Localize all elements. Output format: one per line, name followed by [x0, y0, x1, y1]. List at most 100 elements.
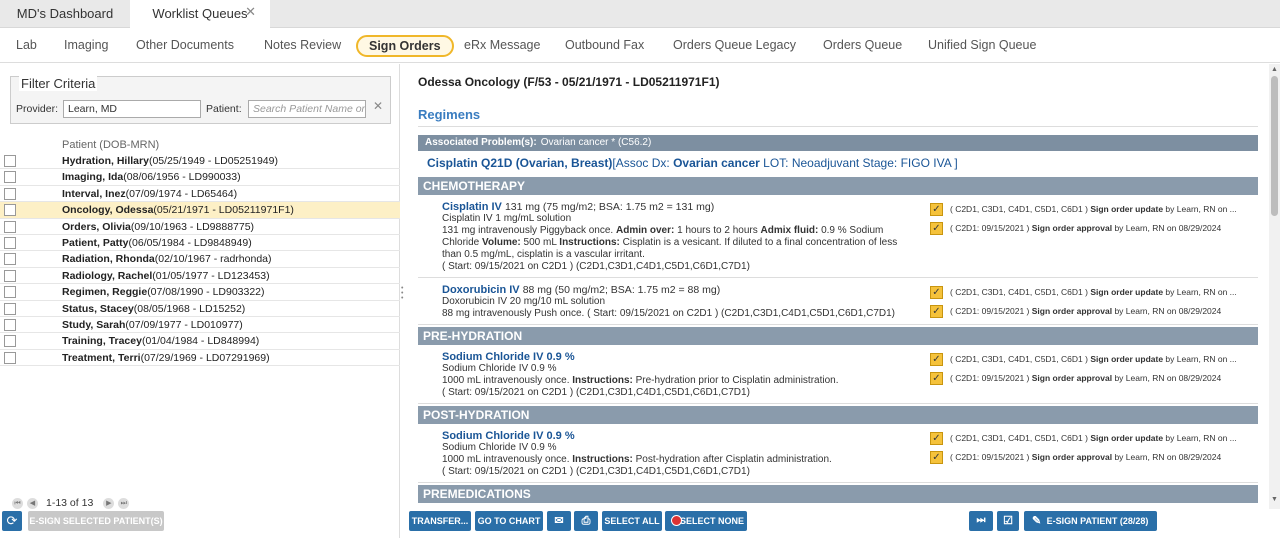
approval-checkbox[interactable]: ✓ — [930, 305, 943, 318]
patient-checkbox[interactable] — [4, 302, 16, 315]
patient-checkbox[interactable] — [4, 187, 16, 200]
drug-solution: Sodium Chloride IV 0.9 % — [442, 363, 557, 374]
skip-to-end-icon[interactable]: ⏭ — [969, 511, 993, 531]
patient-row[interactable]: Training, Tracey(01/04/1984 - LD848994) — [0, 333, 400, 350]
patient-row[interactable]: Hydration, Hillary(05/25/1949 - LD052519… — [0, 153, 400, 170]
first-page-icon[interactable]: ⏮ — [12, 497, 23, 509]
filter-criteria: Filter Criteria Provider: Learn, MD Pati… — [10, 76, 391, 124]
prev-page-icon[interactable]: ◀ — [27, 497, 38, 509]
select-none-label: SELECT NONE — [679, 516, 744, 526]
tab-worklist-queues-label: Worklist Queues — [152, 6, 248, 21]
splitter-handle[interactable]: • • • — [401, 285, 403, 302]
drug-schedule: ( Start: 09/15/2021 on C2D1 ) (C2D1,C3D1… — [442, 387, 750, 398]
patient-checkbox[interactable] — [4, 220, 16, 233]
check-icon[interactable]: ☑ — [997, 511, 1019, 531]
esign-patient-button[interactable]: ✎ E-SIGN PATIENT (28/28) — [1024, 511, 1157, 531]
update-status: ✓( C2D1, C3D1, C4D1, C5D1, C6D1 ) Sign o… — [930, 353, 1237, 366]
nav-orders-queue[interactable]: Orders Queue — [823, 38, 902, 52]
patient-checkbox[interactable] — [4, 236, 16, 249]
close-tab-icon[interactable]: ✕ — [245, 0, 256, 26]
section-header: POST-HYDRATION — [418, 406, 1258, 424]
tab-worklist-queues[interactable]: Worklist Queues ✕ — [130, 0, 270, 29]
clear-search-icon[interactable]: ✕ — [373, 99, 383, 113]
patient-name: Oncology, Odessa(05/21/1971 - LD05211971… — [62, 204, 294, 217]
approval-checkbox[interactable]: ✓ — [930, 222, 943, 235]
go-to-chart-button[interactable]: GO TO CHART — [475, 511, 543, 531]
regimens-heading: Regimens — [418, 107, 481, 122]
nav-lab[interactable]: Lab — [16, 38, 37, 52]
patient-row[interactable]: Radiology, Rachel(01/05/1977 - LD123453) — [0, 268, 400, 285]
regimen-dx: Ovarian cancer — [673, 156, 760, 170]
patient-row[interactable]: Orders, Olivia(09/10/1963 - LD9888775) — [0, 219, 400, 235]
patient-row[interactable]: Oncology, Odessa(05/21/1971 - LD05211971… — [0, 202, 400, 219]
transfer-button[interactable]: TRANSFER... — [409, 511, 471, 531]
refresh-button[interactable]: ⟳ — [2, 511, 22, 531]
patient-name: Status, Stacey(08/05/1968 - LD15252) — [62, 302, 246, 315]
associated-problems-bar: Associated Problem(s): Ovarian cancer * (… — [418, 135, 1258, 151]
nav-imaging[interactable]: Imaging — [64, 38, 108, 52]
patient-checkbox[interactable] — [4, 335, 16, 348]
scroll-down-icon[interactable]: ▼ — [1271, 496, 1278, 503]
nav-erx-message[interactable]: eRx Message — [464, 38, 540, 52]
nav-other-documents[interactable]: Other Documents — [136, 38, 234, 52]
order-sections: CHEMOTHERAPY Cisplatin IV 131 mg (75 mg/m… — [418, 177, 1258, 503]
patient-row[interactable]: Radiation, Rhonda(02/10/1967 - radrhonda… — [0, 251, 400, 268]
select-all-button[interactable]: SELECT ALL — [602, 511, 662, 531]
provider-label: Provider: — [16, 103, 59, 115]
patient-checkbox[interactable] — [4, 171, 16, 184]
page-count: 1-13 of 13 — [46, 497, 94, 510]
print-icon[interactable]: ⎙ — [574, 511, 598, 531]
patient-row[interactable]: Status, Stacey(08/05/1968 - LD15252) — [0, 301, 400, 317]
vertical-scrollbar[interactable]: ▲ ▼ — [1269, 64, 1280, 509]
scroll-thumb[interactable] — [1271, 76, 1278, 216]
nav-outbound-fax[interactable]: Outbound Fax — [565, 38, 644, 52]
tab-mds-dashboard[interactable]: MD's Dashboard — [0, 0, 130, 28]
section-header: CHEMOTHERAPY — [418, 177, 1258, 195]
email-icon[interactable]: ✉ — [547, 511, 571, 531]
approval-checkbox[interactable]: ✓ — [930, 372, 943, 385]
nav-sign-orders[interactable]: Sign Orders — [356, 35, 454, 57]
drug-solution: Doxorubicin IV 20 mg/10 mL solution — [442, 296, 606, 307]
patient-row[interactable]: Regimen, Reggie(07/08/1990 - LD903322) — [0, 284, 400, 301]
select-none-button[interactable]: SELECT NONE — [665, 511, 747, 531]
patient-checkbox[interactable] — [4, 204, 16, 217]
patient-checkbox[interactable] — [4, 155, 16, 167]
patient-checkbox[interactable] — [4, 286, 16, 299]
patient-list-pane: Filter Criteria Provider: Learn, MD Pati… — [0, 64, 400, 538]
update-checkbox[interactable]: ✓ — [930, 353, 943, 366]
approval-checkbox[interactable]: ✓ — [930, 451, 943, 464]
update-checkbox[interactable]: ✓ — [930, 203, 943, 216]
update-checkbox[interactable]: ✓ — [930, 286, 943, 299]
patient-checkbox[interactable] — [4, 269, 16, 282]
approval-status: ✓( C2D1: 09/15/2021 ) Sign order approva… — [930, 222, 1221, 235]
drug-admin: 88 mg intravenously Push once. ( Start: … — [442, 308, 895, 319]
patient-search-input[interactable]: Search Patient Name or I — [248, 100, 366, 118]
patient-row[interactable]: Treatment, Terri(07/29/1969 - LD07291969… — [0, 350, 400, 367]
patient-name: Training, Tracey(01/04/1984 - LD848994) — [62, 335, 260, 348]
regimen-line: Cisplatin Q21D (Ovarian, Breast)[Assoc D… — [418, 151, 1258, 175]
last-page-icon[interactable]: ⏭ — [118, 497, 130, 509]
nav-notes-review[interactable]: Notes Review — [264, 38, 341, 52]
update-checkbox[interactable]: ✓ — [930, 432, 943, 445]
order-item: Doxorubicin IV 88 mg (50 mg/m2; BSA: 1.7… — [418, 278, 1258, 325]
provider-input[interactable]: Learn, MD — [63, 100, 201, 118]
patient-checkbox[interactable] — [4, 253, 16, 266]
patient-row[interactable]: Study, Sarah(07/09/1977 - LD010977) — [0, 317, 400, 334]
patient-row[interactable]: Patient, Patty(06/05/1984 - LD9848949) — [0, 235, 400, 252]
esign-selected-button[interactable]: E-SIGN SELECTED PATIENT(S) — [28, 511, 164, 531]
next-page-icon[interactable]: ▶ — [103, 497, 115, 509]
patient-name: Treatment, Terri(07/29/1969 - LD07291969… — [62, 351, 270, 364]
nav-unified-sign-queue[interactable]: Unified Sign Queue — [928, 38, 1036, 52]
assoc-value: Ovarian cancer * (C56.2) — [540, 137, 652, 148]
patient-row[interactable]: Imaging, Ida(08/06/1956 - LD990033) — [0, 169, 400, 186]
patient-row[interactable]: Interval, Inez(07/09/1974 - LD65464) — [0, 186, 400, 203]
patient-checkbox[interactable] — [4, 318, 16, 331]
scroll-up-icon[interactable]: ▲ — [1271, 66, 1278, 73]
nav-orders-queue-legacy[interactable]: Orders Queue Legacy — [673, 38, 796, 52]
order-item: Sodium Chloride IV 0.9 % Sodium Chloride … — [418, 345, 1258, 404]
patient-checkbox[interactable] — [4, 351, 16, 364]
approval-status: ✓( C2D1: 09/15/2021 ) Sign order approva… — [930, 372, 1221, 385]
filter-legend: Filter Criteria — [19, 76, 98, 91]
drug-solution: Cisplatin IV 1 mg/mL solution — [442, 213, 572, 224]
regimen-name[interactable]: Cisplatin Q21D (Ovarian, Breast) — [427, 156, 612, 170]
